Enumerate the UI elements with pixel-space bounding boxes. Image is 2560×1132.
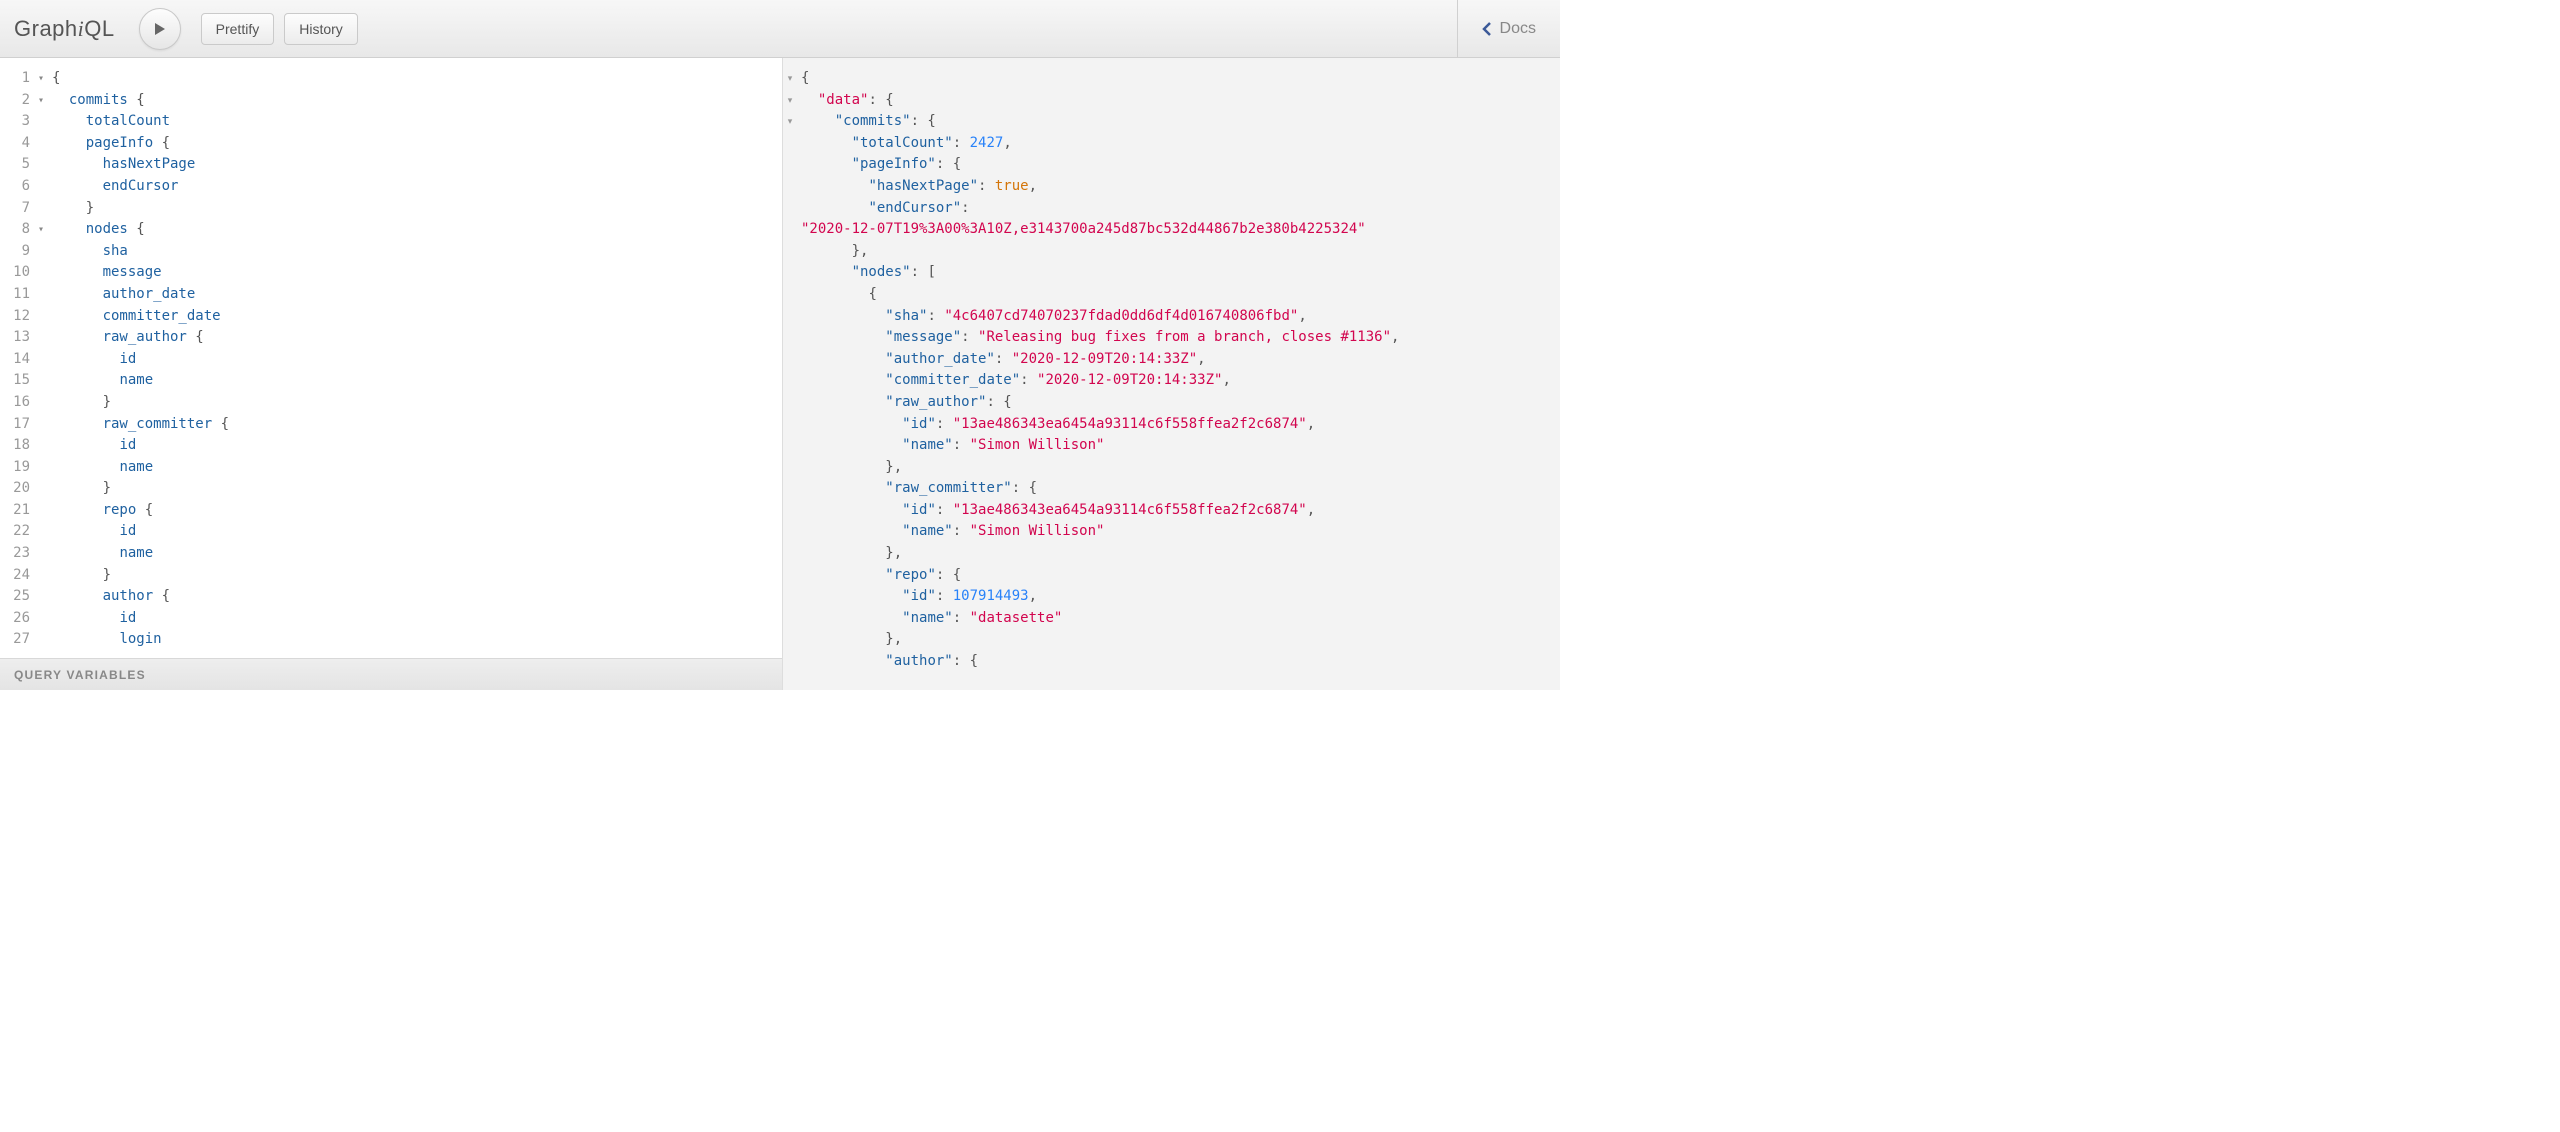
query-code[interactable]: { commits { totalCount pageInfo { hasNex… xyxy=(46,58,782,658)
history-button[interactable]: History xyxy=(284,13,358,45)
line-number-gutter: 1234567891011121314151617181920212223242… xyxy=(0,58,46,658)
execute-button[interactable] xyxy=(139,8,181,50)
main-split: 1234567891011121314151617181920212223242… xyxy=(0,58,1560,690)
docs-toggle[interactable]: Docs xyxy=(1457,0,1560,57)
query-pane: 1234567891011121314151617181920212223242… xyxy=(0,58,783,690)
toolbar: GraphiQL Prettify History Docs xyxy=(0,0,1560,58)
chevron-left-icon xyxy=(1482,22,1492,36)
docs-label: Docs xyxy=(1500,20,1536,38)
result-json[interactable]: { "data": { "commits": { "totalCount": 2… xyxy=(797,58,1560,690)
app-logo: GraphiQL xyxy=(14,16,115,42)
result-fold-gutter: ▾▾▾ xyxy=(783,58,797,690)
result-pane: ▾▾▾ { "data": { "commits": { "totalCount… xyxy=(783,58,1560,690)
prettify-button[interactable]: Prettify xyxy=(201,13,275,45)
play-icon xyxy=(153,22,167,36)
query-variables-bar[interactable]: Query Variables xyxy=(0,658,782,690)
query-editor[interactable]: 1234567891011121314151617181920212223242… xyxy=(0,58,782,658)
